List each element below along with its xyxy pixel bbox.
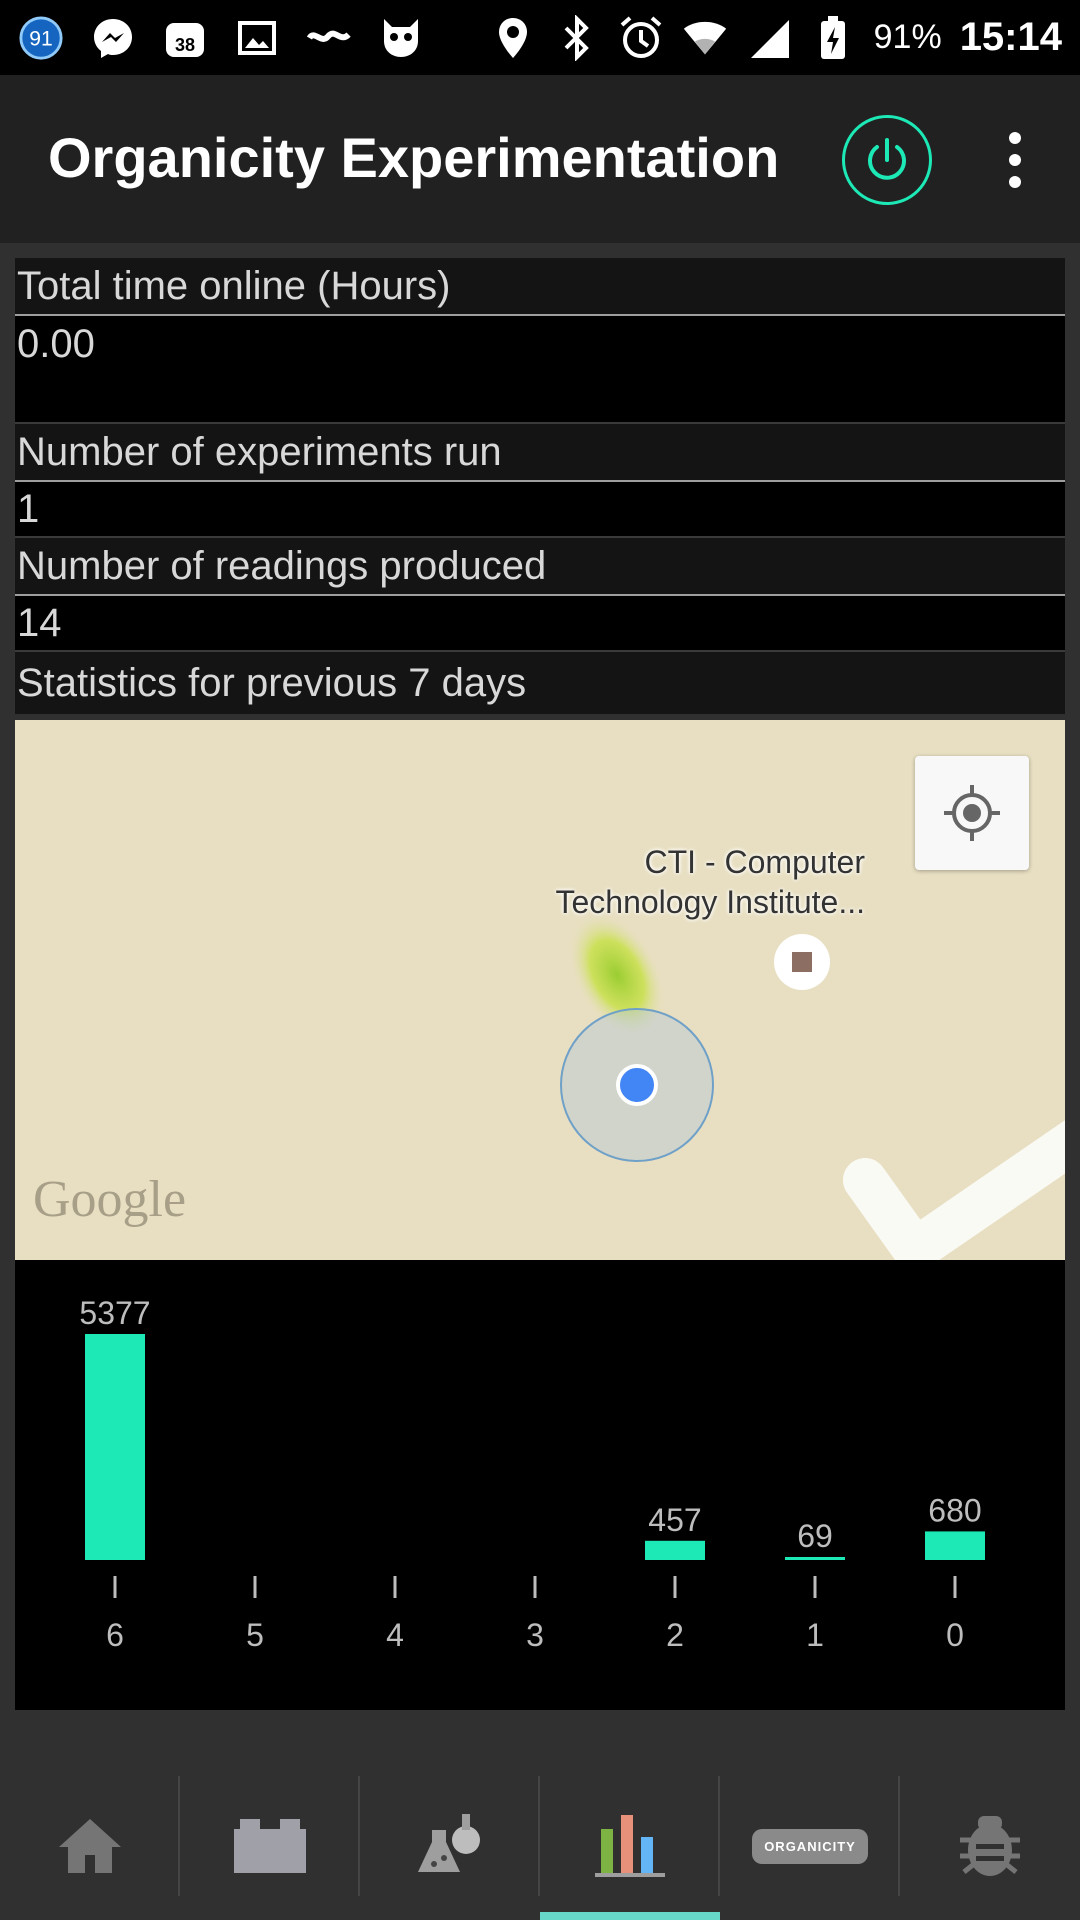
nav-debug[interactable] (900, 1772, 1080, 1920)
map-view[interactable]: CTI - Computer Technology Institute... G… (15, 720, 1065, 1260)
nav-organicity[interactable]: ORGANICITY (720, 1772, 900, 1920)
chart-data-label: 69 (797, 1518, 833, 1554)
notification-badge-icon: 91 (18, 15, 64, 61)
map-road (843, 1120, 1065, 1260)
clock: 15:14 (959, 15, 1062, 59)
google-attribution: Google (33, 1171, 187, 1228)
chart-bar (925, 1531, 985, 1560)
poi-label: CTI - Computer Technology Institute... (505, 842, 865, 922)
poi-label-line2: Technology Institute... (555, 884, 865, 920)
battery-charging-icon (810, 15, 856, 61)
alarm-icon (618, 15, 664, 61)
bug-icon (960, 1816, 1020, 1876)
readings-label: Number of readings produced (15, 538, 1065, 596)
app-title: Organicity Experimentation (48, 126, 780, 189)
bar-chart: 5377 6 5 4 3 457 2 69 1 680 0 (79, 1295, 985, 1653)
chart-tick-label: 4 (386, 1617, 404, 1653)
nav-active-indicator (540, 1912, 720, 1920)
experiments-value: 1 (15, 482, 1065, 538)
status-bar: 91 38 91% 15:14 (0, 0, 1080, 75)
stats-panel: Total time online (Hours) 0.00 Number of… (15, 258, 1065, 714)
messenger-icon (90, 15, 136, 61)
weekly-stats-label: Statistics for previous 7 days (15, 652, 1065, 714)
calendar-day: 38 (175, 35, 195, 55)
total-time-label: Total time online (Hours) (15, 258, 1065, 316)
chart-data-label: 457 (648, 1502, 701, 1538)
chart-bar (785, 1557, 845, 1560)
signal-icon (746, 15, 792, 61)
statistics-bars-icon (595, 1815, 665, 1877)
voicemail-icon (306, 15, 352, 61)
battery-percent: 91% (873, 18, 942, 56)
readings-value: 14 (15, 596, 1065, 652)
notification-count: 91 (29, 27, 52, 50)
nav-statistics[interactable] (540, 1772, 720, 1920)
experiments-label: Number of experiments run (15, 424, 1065, 482)
gallery-icon (234, 15, 280, 61)
weekly-chart: 5377 6 5 4 3 457 2 69 1 680 0 (15, 1260, 1065, 1710)
nav-home[interactable] (0, 1772, 180, 1920)
bottom-navigation: ORGANICITY (0, 1772, 1080, 1920)
total-time-value: 0.00 (15, 316, 1065, 424)
wifi-icon (682, 15, 728, 61)
organicity-logo-text: ORGANICITY (764, 1838, 856, 1854)
power-button[interactable] (842, 115, 932, 205)
bluetooth-icon (554, 14, 600, 61)
organicity-logo: ORGANICITY (752, 1828, 868, 1864)
chart-data-label: 5377 (79, 1295, 150, 1331)
chart-tick-label: 6 (106, 1617, 124, 1653)
app-bar: Organicity Experimentation (0, 75, 1080, 243)
chart-tick-label: 3 (526, 1617, 544, 1653)
my-location-dot (616, 1064, 658, 1106)
crosshair-icon (944, 785, 1000, 841)
nav-experiments[interactable] (360, 1772, 540, 1920)
chart-tick-label: 0 (946, 1617, 964, 1653)
power-icon (868, 138, 906, 180)
chart-bar (85, 1334, 145, 1560)
chart-tick-label: 1 (806, 1617, 824, 1653)
cat-icon (378, 15, 424, 61)
chart-tick-label: 5 (246, 1617, 264, 1653)
calendar-icon: 38 (162, 15, 208, 61)
device-box-icon (234, 1819, 306, 1873)
location-icon (490, 15, 536, 61)
nav-devices[interactable] (180, 1772, 360, 1920)
home-icon (59, 1819, 121, 1873)
chart-bar (645, 1540, 705, 1560)
my-location-button[interactable] (915, 756, 1029, 870)
chart-tick-label: 2 (666, 1617, 684, 1653)
chart-data-label: 680 (928, 1492, 981, 1528)
flask-icon (418, 1814, 480, 1872)
poi-label-line1: CTI - Computer (644, 844, 865, 880)
overflow-menu-icon[interactable] (995, 120, 1035, 200)
